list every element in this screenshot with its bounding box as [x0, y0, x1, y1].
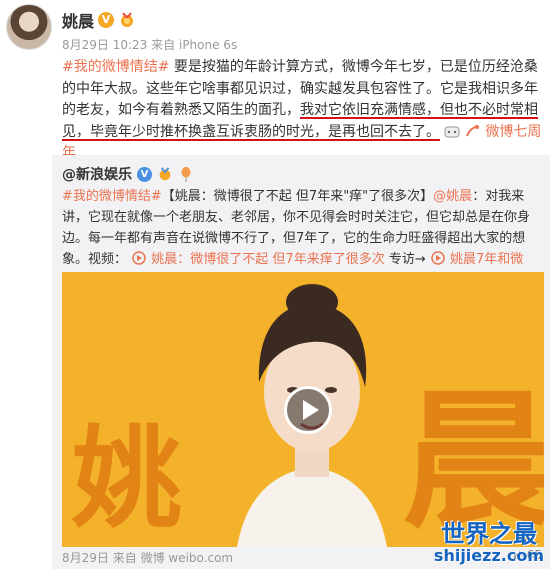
author-avatar[interactable]: [6, 4, 52, 50]
video-link[interactable]: 姚晨：微博很了不起 但7年来痒了很多次: [151, 252, 384, 267]
topic-link[interactable]: #我的微博情结#: [62, 59, 169, 75]
repost-author[interactable]: @新浪娱乐: [62, 164, 132, 184]
repost-source: 微博 weibo.com: [140, 551, 234, 565]
source-prefix: 来自: [151, 38, 176, 52]
repost-author-row: @新浪娱乐 V: [62, 164, 194, 184]
mention-link[interactable]: @姚晨: [433, 189, 472, 204]
verified-icon: V: [98, 12, 115, 28]
author-name[interactable]: 姚晨: [62, 8, 94, 32]
weibo-post: 姚晨 V 8月29日 10:23 来自 iPhone 6s #我的微博情结# 要…: [0, 0, 550, 569]
emoji-icon: [444, 126, 460, 137]
author-row: 姚晨 V: [62, 9, 136, 31]
video-link2-icon: [431, 251, 445, 265]
link-icon: [465, 124, 479, 136]
post-time[interactable]: 8月29日 10:23: [62, 38, 147, 52]
play-button[interactable]: [284, 386, 332, 434]
site-watermark: 世界之最 shijiezz.com: [434, 521, 544, 565]
watermark-url: shijiezz.com: [433, 546, 544, 565]
post-text: #我的微博情结# 要是按猫的年龄计算方式，微博今年七岁，已是位历经沧桑的中年大叔…: [62, 57, 542, 165]
repost-meta: 8月29日 来自 微博 weibo.com: [62, 549, 233, 566]
post-source: iPhone 6s: [178, 38, 238, 52]
repost-topic-link[interactable]: #我的微博情结#: [62, 189, 162, 204]
repost-medal-icon: [159, 167, 171, 181]
repost-time[interactable]: 8月29日: [62, 551, 109, 565]
watermark-title: 世界之最: [440, 520, 537, 548]
repost-source-prefix: 来自: [112, 551, 137, 565]
video-player[interactable]: 姚 晨: [62, 272, 544, 547]
interview-label: 专访→: [388, 252, 426, 267]
repost-card: @新浪娱乐 V #我的微博情结#【姚晨：微博很了不起 但7年来"痒"了很多次】@…: [52, 155, 550, 569]
repost-verified-icon: V: [137, 166, 152, 182]
video-link-icon: [132, 251, 146, 265]
post-meta: 8月29日 10:23 来自 iPhone 6s: [62, 36, 237, 53]
medal-icon: [121, 12, 134, 27]
repost-title: 【姚晨：微博很了不起 但7年来"痒"了很多次】: [161, 189, 434, 204]
balloon-icon: [181, 166, 191, 182]
